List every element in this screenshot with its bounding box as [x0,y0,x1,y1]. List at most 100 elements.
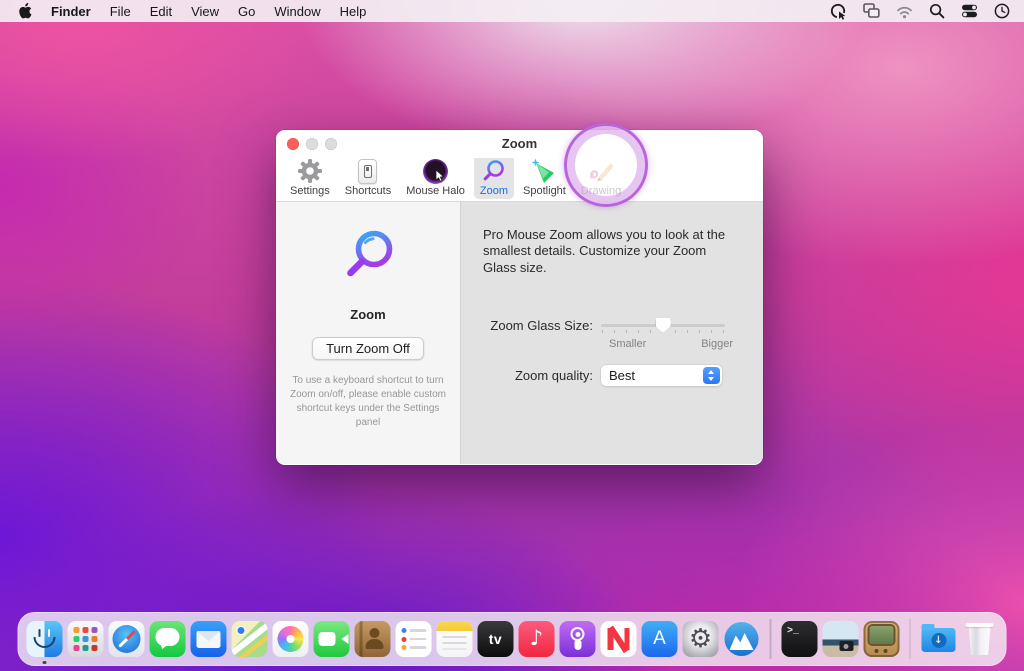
dock-item-safari[interactable] [109,621,145,657]
photos-icon [273,621,309,657]
selected-quality-value: Best [609,365,635,386]
feature-title: Zoom [350,307,385,322]
dock-item-notes[interactable] [437,621,473,657]
retrotv-icon [863,621,899,657]
zoom-quality-select[interactable]: Best [601,365,722,386]
glass-size-row: Zoom Glass Size: [483,317,743,334]
menu-bar: Finder File Edit View Go Window Help [0,0,1024,22]
toolbar-spotlight-label: Spotlight [523,185,566,197]
appstore-icon [642,621,678,657]
turn-zoom-off-button[interactable]: Turn Zoom Off [312,337,424,360]
pro-mouse-status-icon[interactable] [830,3,847,20]
dock-item-finder[interactable] [27,621,63,657]
spotlight-beam-icon [531,157,557,184]
dock-item-sysprefs[interactable] [683,621,719,657]
window-content: Pro Mouse Zoom allows you to look at the… [461,202,763,464]
downloads-icon [921,621,957,657]
dock-item-screenshot[interactable] [822,621,858,657]
window-titlebar[interactable]: Zoom [276,130,763,158]
appletv-icon [478,621,514,657]
music-icon [519,621,555,657]
slider-max-label: Bigger [701,338,733,350]
wifi-icon[interactable] [896,4,913,19]
dock-item-appletv[interactable] [478,621,514,657]
slider-range-labels: Smaller Bigger [609,338,733,350]
dock [18,612,1007,666]
dock-item-reminders[interactable] [396,621,432,657]
menu-window[interactable]: Window [274,4,320,19]
pro-mouse-window: Zoom Settings Shortcuts [276,130,763,465]
notes-icon [437,621,473,657]
window-title: Zoom [276,130,763,158]
dropdown-stepper-icon [703,367,720,384]
menu-view[interactable]: View [191,4,219,19]
menu-finder[interactable]: Finder [51,4,91,19]
menu-go[interactable]: Go [238,4,255,19]
dock-item-maps[interactable] [232,621,268,657]
close-button[interactable] [287,138,299,150]
screenshot-icon [822,621,858,657]
glass-size-slider[interactable] [601,317,725,334]
dock-item-appstore[interactable] [642,621,678,657]
menu-edit[interactable]: Edit [150,4,172,19]
toolbar-zoom-label: Zoom [480,185,508,197]
dock-item-news[interactable] [601,621,637,657]
settings-gear-icon [297,157,323,184]
dock-item-retrotv[interactable] [863,621,899,657]
messages-icon [150,621,186,657]
reminders-icon [396,621,432,657]
dock-item-music[interactable] [519,621,555,657]
toolbar-shortcuts[interactable]: Shortcuts [339,155,397,199]
menu-bar-left: Finder File Edit View Go Window Help [18,3,366,19]
minimize-button[interactable] [306,138,318,150]
toolbar-shortcuts-label: Shortcuts [345,185,391,197]
shortcuts-switch-icon [358,157,377,184]
toolbar-mouse-halo-label: Mouse Halo [406,185,465,197]
screen-mirroring-icon[interactable] [863,3,880,19]
dock-item-mail[interactable] [191,621,227,657]
shortcut-hint: To use a keyboard shortcut to turn Zoom … [287,374,449,430]
sysprefs-icon [683,621,719,657]
apple-menu-icon[interactable] [18,3,32,19]
dock-item-photos[interactable] [273,621,309,657]
dock-item-terminal[interactable] [781,621,817,657]
zoom-glass-overlay [564,123,648,207]
toolbar-settings-label: Settings [290,185,330,197]
spotlight-search-icon[interactable] [929,3,945,19]
zoom-quality-label: Zoom quality: [483,368,601,383]
maximize-button[interactable] [325,138,337,150]
menu-help[interactable]: Help [340,4,367,19]
zoom-magnifier-icon [337,226,399,295]
window-body: Zoom Turn Zoom Off To use a keyboard sho… [276,202,763,464]
clock-icon[interactable] [994,3,1010,19]
dock-item-trash[interactable] [962,621,998,657]
toolbar-mouse-halo[interactable]: Mouse Halo [400,155,471,199]
dock-item-downloads[interactable] [921,621,957,657]
traffic-lights [287,138,337,150]
facetime-icon [314,621,350,657]
feature-description: Pro Mouse Zoom allows you to look at the… [483,227,735,276]
desktop-wallpaper: Finder File Edit View Go Window Help [0,0,1024,671]
dock-divider [770,619,772,659]
dock-item-podcasts[interactable] [560,621,596,657]
menu-file[interactable]: File [110,4,131,19]
running-indicator [43,661,47,665]
maps-icon [232,621,268,657]
contacts-icon [355,621,391,657]
toolbar-zoom[interactable]: Zoom [474,155,514,199]
window-sidebar: Zoom Turn Zoom Off To use a keyboard sho… [276,202,461,464]
toolbar-settings[interactable]: Settings [284,155,336,199]
menu-bar-status [830,3,1010,20]
dock-divider [909,619,911,659]
quality-row: Zoom quality: Best [483,365,743,386]
finder-icon [27,621,63,657]
dock-item-launchpad[interactable] [68,621,104,657]
slider-min-label: Smaller [609,338,646,350]
terminal-icon [781,621,817,657]
news-icon [601,621,637,657]
dock-item-contacts[interactable] [355,621,391,657]
dock-item-facetime[interactable] [314,621,350,657]
dock-item-messages[interactable] [150,621,186,657]
dock-item-mountain[interactable] [724,621,760,657]
control-center-icon[interactable] [961,3,978,19]
